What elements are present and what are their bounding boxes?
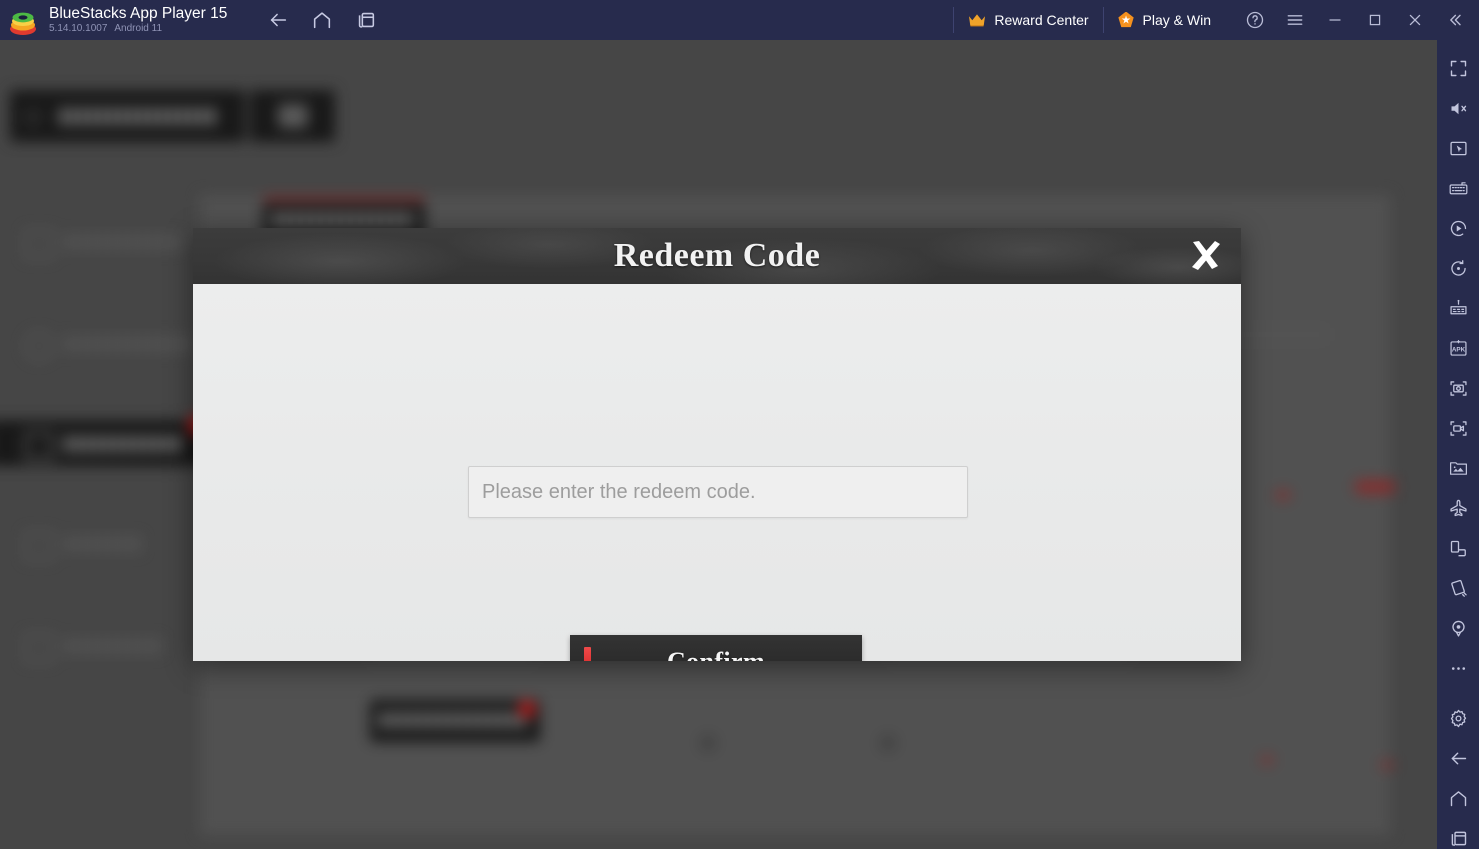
- confirm-accent-bar: [584, 646, 591, 661]
- nav-back-button[interactable]: [265, 7, 291, 33]
- play-and-win-label: Play & Win: [1142, 12, 1211, 28]
- close-x-icon: [1192, 241, 1220, 270]
- crown-glyph: [969, 14, 986, 27]
- sidebar-item-mute[interactable]: [1437, 88, 1479, 128]
- double-chevron-left-icon: [1450, 14, 1461, 26]
- sidebar-item-screen-orientation[interactable]: [1437, 528, 1479, 568]
- sidebar-item-cursor-control[interactable]: [1437, 128, 1479, 168]
- sidebar-item-instance-manager[interactable]: [1437, 288, 1479, 328]
- fullscreen-icon: [1450, 60, 1466, 76]
- airplane-icon: [1449, 499, 1467, 516]
- help-button[interactable]: [1235, 0, 1275, 40]
- sidebar-item-rotate[interactable]: [1437, 248, 1479, 288]
- camera-icon: [1449, 380, 1467, 396]
- speaker-mute-icon: [1451, 102, 1466, 114]
- confirm-button[interactable]: Confirm: [570, 635, 862, 661]
- reward-center-button[interactable]: Reward Center: [954, 0, 1102, 40]
- hamburger-icon: [1287, 15, 1303, 25]
- windows-stack-icon: [359, 12, 375, 28]
- play-circle-icon: [1450, 220, 1466, 236]
- ellipsis-icon: [1451, 666, 1465, 670]
- sidebar-item-android-home[interactable]: [1437, 778, 1479, 818]
- sidebar-item-screenshot[interactable]: [1437, 368, 1479, 408]
- sidebar-item-install-apk[interactable]: APK: [1437, 328, 1479, 368]
- menu-button[interactable]: [1275, 0, 1315, 40]
- app-title-block: BlueStacks App Player 15 5.14.10.1007 And…: [49, 5, 227, 35]
- home-icon: [314, 12, 331, 29]
- sidebar-item-shake[interactable]: [1437, 568, 1479, 608]
- video-record-icon: [1449, 420, 1467, 436]
- redeem-code-dialog: Redeem Code Confirm: [193, 228, 1241, 661]
- sidebar-item-android-recents[interactable]: [1437, 818, 1479, 849]
- bluestacks-window: Redeem Code Confirm BlueS: [0, 0, 1479, 849]
- rotate-icon: [1450, 259, 1466, 276]
- confirm-button-label: Confirm: [666, 646, 766, 662]
- right-sidebar: APK: [1437, 40, 1479, 849]
- collapse-sidebar-button[interactable]: [1435, 0, 1475, 40]
- sidebar-item-media-manager[interactable]: [1437, 448, 1479, 488]
- arrow-left-icon: [1451, 752, 1466, 764]
- sidebar-item-settings[interactable]: [1437, 698, 1479, 738]
- android-version: Android 11: [114, 23, 163, 34]
- gear-icon: [1450, 709, 1466, 727]
- nav-home-button[interactable]: [309, 7, 335, 33]
- play-and-win-button[interactable]: Play & Win: [1104, 0, 1225, 40]
- question-circle-icon: [1246, 11, 1264, 29]
- sidebar-item-game-controls[interactable]: [1437, 168, 1479, 208]
- apk-icon: APK: [1449, 339, 1467, 356]
- title-bar: BlueStacks App Player 15 5.14.10.1007 And…: [0, 0, 1479, 40]
- minimize-icon: [1329, 19, 1341, 21]
- redeem-code-input[interactable]: [468, 466, 968, 518]
- maximize-icon: [1369, 14, 1381, 26]
- sidebar-item-more[interactable]: [1437, 648, 1479, 688]
- star-badge-icon: [1118, 11, 1134, 28]
- nav-multi-instance-button[interactable]: [353, 7, 379, 33]
- location-pin-icon: [1451, 620, 1465, 637]
- svg-text:APK: APK: [1451, 346, 1465, 353]
- app-version: 5.14.10.1007: [49, 23, 108, 34]
- crown-icon: [968, 13, 986, 27]
- sidebar-item-fullscreen[interactable]: [1437, 48, 1479, 88]
- device-rotate-icon: [1450, 540, 1466, 556]
- dialog-title: Redeem Code: [613, 237, 821, 274]
- recents-icon: [1451, 831, 1466, 846]
- window-controls: [1235, 0, 1475, 40]
- app-version-line: 5.14.10.1007 Android 11: [49, 23, 227, 35]
- instance-manager-icon: [1449, 299, 1467, 314]
- close-icon: [1409, 14, 1421, 26]
- sidebar-item-macro-recorder[interactable]: [1437, 208, 1479, 248]
- keyboard-icon: [1449, 181, 1467, 194]
- navigation-icons: [265, 7, 379, 33]
- media-gallery-icon: [1449, 461, 1467, 475]
- shake-tilt-icon: [1450, 579, 1467, 597]
- close-icon[interactable]: [1181, 233, 1227, 279]
- app-title: BlueStacks App Player 15: [49, 5, 228, 22]
- arrow-left-icon: [271, 13, 287, 27]
- reward-center-label: Reward Center: [994, 12, 1089, 28]
- sidebar-item-android-back[interactable]: [1437, 738, 1479, 778]
- cursor-pointer-icon: [1449, 141, 1467, 155]
- dialog-header: Redeem Code: [193, 228, 1241, 284]
- minimize-button[interactable]: [1315, 0, 1355, 40]
- dialog-body: Confirm: [193, 284, 1241, 661]
- home-icon: [1450, 790, 1466, 806]
- maximize-button[interactable]: [1355, 0, 1395, 40]
- bluestacks-logo-icon: [10, 7, 36, 35]
- sidebar-item-location[interactable]: [1437, 608, 1479, 648]
- close-window-button[interactable]: [1395, 0, 1435, 40]
- sidebar-item-eco-mode[interactable]: [1437, 488, 1479, 528]
- sidebar-item-screen-record[interactable]: [1437, 408, 1479, 448]
